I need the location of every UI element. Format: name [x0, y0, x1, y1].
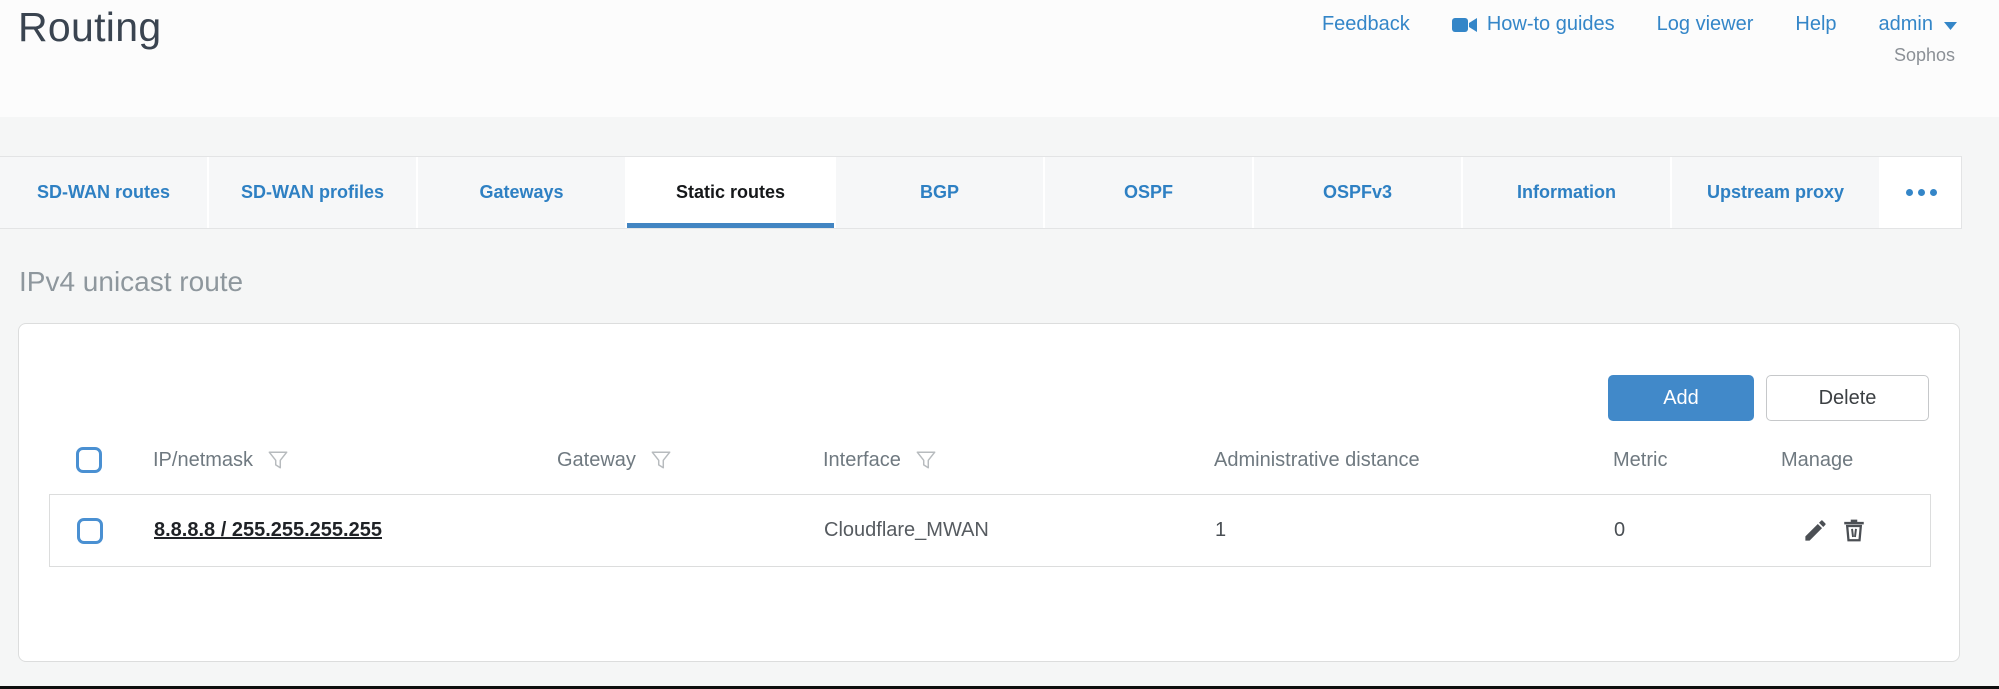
- video-camera-icon: [1452, 16, 1478, 34]
- admin-label: admin: [1879, 13, 1933, 36]
- delete-icon[interactable]: [1841, 517, 1867, 544]
- ellipsis-icon: [1906, 189, 1913, 196]
- tab-ospf[interactable]: OSPF: [1045, 157, 1254, 228]
- tab-ospfv3[interactable]: OSPFv3: [1254, 157, 1463, 228]
- log-viewer-link[interactable]: Log viewer: [1657, 13, 1754, 36]
- column-header-manage: Manage: [1781, 449, 1853, 472]
- help-label: Help: [1795, 13, 1836, 36]
- feedback-link[interactable]: Feedback: [1322, 13, 1410, 36]
- table-header: IP/netmask Gateway Interface Administrat…: [49, 436, 1931, 484]
- routes-card: Add Delete IP/netmask Gateway Interface …: [18, 323, 1960, 662]
- filter-icon[interactable]: [650, 449, 672, 471]
- admin-menu[interactable]: admin: [1879, 13, 1957, 36]
- tab-bar: SD-WAN routes SD-WAN profiles Gateways S…: [0, 156, 1962, 229]
- tab-sdwan-routes[interactable]: SD-WAN routes: [0, 157, 209, 228]
- add-button[interactable]: Add: [1608, 375, 1754, 421]
- table-row: 8.8.8.8 / 255.255.255.255 Cloudflare_MWA…: [49, 494, 1931, 567]
- tab-upstream-proxy[interactable]: Upstream proxy: [1672, 157, 1881, 228]
- select-all-checkbox[interactable]: [76, 447, 102, 473]
- route-interface-cell: Cloudflare_MWAN: [824, 519, 1215, 542]
- tab-information[interactable]: Information: [1463, 157, 1672, 228]
- more-tabs-button[interactable]: [1881, 157, 1961, 228]
- column-header-gateway: Gateway: [557, 449, 636, 472]
- tab-static-routes[interactable]: Static routes: [627, 157, 836, 228]
- route-administrative-distance-cell: 1: [1215, 519, 1614, 542]
- how-to-guides-label: How-to guides: [1487, 13, 1615, 36]
- top-nav: Feedback How-to guides Log viewer Help a…: [1322, 13, 1957, 36]
- column-header-metric: Metric: [1613, 449, 1667, 472]
- section-title: IPv4 unicast route: [19, 266, 243, 298]
- tab-bgp[interactable]: BGP: [836, 157, 1045, 228]
- delete-button[interactable]: Delete: [1766, 375, 1929, 421]
- page-title: Routing: [18, 4, 161, 51]
- column-header-ip-netmask: IP/netmask: [153, 449, 253, 472]
- how-to-guides-link[interactable]: How-to guides: [1452, 13, 1615, 36]
- table-toolbar: Add Delete: [1608, 375, 1929, 421]
- log-viewer-label: Log viewer: [1657, 13, 1754, 36]
- help-link[interactable]: Help: [1795, 13, 1836, 36]
- ellipsis-icon: [1918, 189, 1925, 196]
- route-metric-cell: 0: [1614, 519, 1782, 542]
- column-header-administrative-distance: Administrative distance: [1214, 449, 1420, 472]
- brand-label: Sophos: [1894, 45, 1955, 66]
- filter-icon[interactable]: [267, 449, 289, 471]
- caret-down-icon: [1944, 13, 1957, 36]
- filter-icon[interactable]: [915, 449, 937, 471]
- ellipsis-icon: [1930, 189, 1937, 196]
- row-checkbox[interactable]: [77, 518, 103, 544]
- tab-sdwan-profiles[interactable]: SD-WAN profiles: [209, 157, 418, 228]
- edit-icon[interactable]: [1802, 517, 1829, 544]
- column-header-interface: Interface: [823, 449, 901, 472]
- route-ip-netmask-link[interactable]: 8.8.8.8 / 255.255.255.255: [154, 519, 382, 541]
- tab-gateways[interactable]: Gateways: [418, 157, 627, 228]
- feedback-link-label: Feedback: [1322, 13, 1410, 36]
